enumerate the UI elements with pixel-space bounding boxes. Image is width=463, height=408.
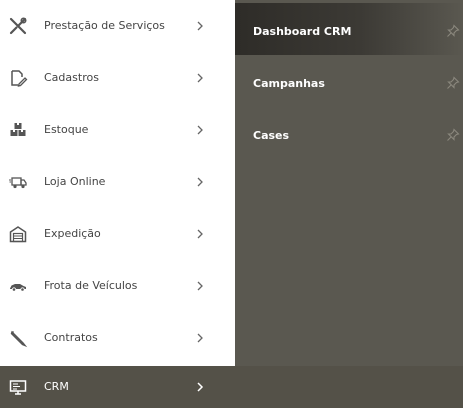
chevron-right-icon [194, 227, 206, 241]
app-root: Prestação de Serviços Cadastros Estoque … [0, 0, 463, 408]
menu-item-loja-online[interactable]: Loja Online [0, 156, 225, 208]
crm-submenu: Dashboard CRM Campanhas Cases [235, 0, 463, 366]
menu-item-frota-de-veiculos[interactable]: Frota de Veículos [0, 260, 225, 312]
submenu-item-label: Dashboard CRM [253, 25, 352, 38]
chevron-right-icon [194, 380, 206, 394]
menu-item-label: Estoque [44, 123, 89, 136]
chevron-right-icon [194, 279, 206, 293]
menu-item-label: Contratos [44, 331, 98, 344]
submenu-item-cases[interactable]: Cases [235, 107, 463, 159]
monitor-icon [8, 377, 28, 397]
menu-item-expedicao[interactable]: Expedição [0, 208, 225, 260]
menu-item-crm[interactable]: CRM [0, 366, 463, 408]
chevron-right-icon [194, 71, 206, 85]
menu-item-contratos[interactable]: Contratos [0, 312, 225, 364]
submenu-item-label: Cases [253, 129, 290, 142]
menu-item-label: Loja Online [44, 175, 106, 188]
chevron-right-icon [194, 175, 206, 189]
submenu-item-dashboard-crm[interactable]: Dashboard CRM [235, 3, 463, 55]
tools-icon [8, 16, 28, 36]
pin-icon[interactable] [446, 24, 460, 38]
menu-item-label: Prestação de Serviços [44, 19, 165, 32]
submenu-gap [225, 0, 235, 366]
chevron-right-icon [194, 123, 206, 137]
warehouse-icon [8, 224, 28, 244]
menu-item-label: Expedição [44, 227, 101, 240]
chevron-right-icon [194, 331, 206, 345]
pin-icon[interactable] [446, 128, 460, 142]
menu-item-estoque[interactable]: Estoque [0, 104, 225, 156]
menu-item-label: Frota de Veículos [44, 279, 138, 292]
menu-item-label: Cadastros [44, 71, 99, 84]
menu-item-label: CRM [44, 380, 69, 393]
chevron-right-icon [194, 19, 206, 33]
delivery-truck-icon [8, 172, 28, 192]
boxes-icon [8, 120, 28, 140]
menu-item-cadastros[interactable]: Cadastros [0, 52, 225, 104]
pin-icon[interactable] [446, 76, 460, 90]
main-menu: Prestação de Serviços Cadastros Estoque … [0, 0, 225, 408]
edit-document-icon [8, 68, 28, 88]
car-icon [8, 276, 28, 296]
pen-icon [8, 328, 28, 348]
submenu-item-label: Campanhas [253, 77, 325, 90]
menu-item-prestacao-de-servicos[interactable]: Prestação de Serviços [0, 0, 225, 52]
submenu-item-campanhas[interactable]: Campanhas [235, 55, 463, 107]
